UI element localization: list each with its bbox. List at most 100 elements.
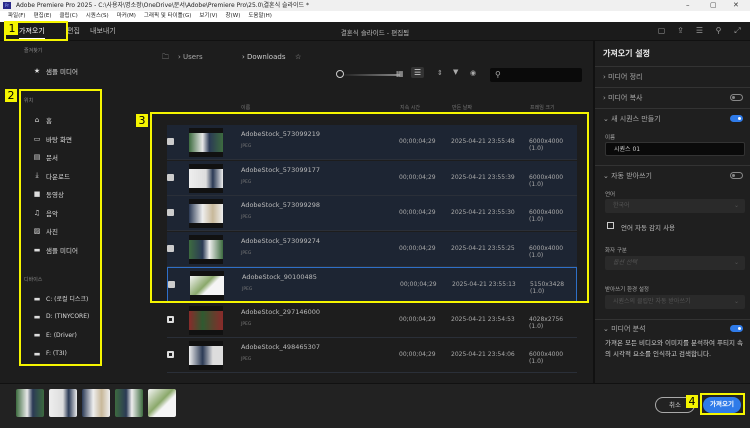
speaker-select[interactable]: 옵션 선택 ⌄	[605, 256, 745, 270]
file-type: JPEG	[241, 357, 252, 362]
favorites-header[interactable]: 즐겨찾기	[24, 47, 42, 54]
thumbnail-size-slider[interactable]	[340, 74, 400, 76]
thumbnail-image	[189, 346, 223, 365]
tray-thumbnail[interactable]	[148, 389, 176, 417]
autodetect-label: 언어 자동 감지 사용	[621, 224, 676, 232]
breadcrumb-users[interactable]: › Users	[178, 53, 203, 61]
file-checkbox[interactable]	[167, 351, 174, 358]
premiere-logo-icon: Pr	[3, 2, 11, 9]
slider-handle[interactable]	[336, 70, 344, 78]
annotation-label-4: 4	[686, 395, 698, 408]
list-view-icon[interactable]: ☰	[411, 67, 425, 78]
captions-toggle[interactable]	[730, 172, 743, 179]
menu-item[interactable]: 시퀀스(S)	[86, 11, 109, 22]
autodetect-checkbox[interactable]	[607, 222, 614, 229]
file-checkbox[interactable]	[167, 315, 174, 323]
section-label: 자동 받아쓰기	[611, 172, 652, 180]
minimize-icon[interactable]: –	[686, 0, 690, 11]
view-icon[interactable]: ◉	[470, 69, 476, 77]
menu-item[interactable]: 그래픽 및 타이틀(G)	[144, 11, 191, 22]
file-row[interactable]: AdobeStock_498465307 JPEG 00;00;04;29 2025-…	[167, 338, 577, 373]
select-value: 시퀀스의 클립만 자동 받아쓰기	[613, 298, 691, 305]
menu-item[interactable]: 보기(V)	[199, 11, 217, 22]
workspace-icon[interactable]: ☰	[695, 26, 704, 35]
close-icon[interactable]: ✕	[733, 0, 739, 11]
sidebar-item-label: 샘플 미디어	[46, 68, 78, 76]
select-value: 옵션 선택	[613, 259, 637, 266]
panel-icon[interactable]: ▢	[657, 26, 666, 35]
breadcrumb-label: Users	[183, 53, 203, 61]
captions-section[interactable]: ⌄ 자동 받아쓰기	[603, 171, 652, 181]
restore-icon[interactable]: ▢	[710, 0, 717, 11]
column-frame-size[interactable]: 프레임 크기	[530, 104, 555, 111]
sidebar-item-sample-media[interactable]: ★ 샘플 미디어	[33, 66, 78, 76]
copy-media-toggle[interactable]	[730, 94, 743, 101]
file-thumbnail	[189, 305, 223, 335]
search-input[interactable]: ⚲	[490, 68, 582, 82]
file-name: AdobeStock_498465307	[241, 343, 321, 351]
section-label: 미디어 정리	[608, 73, 643, 81]
breadcrumb-downloads[interactable]: › Downloads	[242, 53, 285, 61]
tray-thumbnail[interactable]	[82, 389, 110, 417]
file-frame-size: 4028x2756 (1.0)	[529, 315, 564, 330]
column-created[interactable]: 만든 날짜	[452, 104, 472, 111]
window-title: Adobe Premiere Pro 2025 - C:\사용자\명소정\One…	[16, 2, 309, 9]
menu-item[interactable]: 도움말(H)	[248, 11, 272, 22]
section-label: 미디어 분석	[611, 325, 646, 333]
folder-icon[interactable]: 🗀	[162, 53, 169, 64]
annotation-label-2: 2	[5, 89, 17, 102]
media-analysis-description: 가져온 모든 비디오와 이미지를 분석하여 푸티지 속의 시각적 요소를 인식하…	[605, 339, 743, 358]
file-duration: 00;00;04;29	[399, 315, 436, 323]
sequence-name-input[interactable]: 시퀀스 01	[605, 142, 745, 156]
annotation-box-4	[700, 393, 745, 415]
file-duration: 00;00;04;29	[399, 351, 436, 358]
settings-title: 가져오기 설정	[603, 49, 650, 58]
sequence-name-label: 이름	[605, 135, 616, 141]
import-settings-panel: 가져오기 설정 › 미디어 정리 › 미디어 복사 ⌄ 새 시퀀스 만들기 이름…	[593, 41, 750, 383]
chevron-down-icon: ⌄	[733, 298, 739, 305]
copy-media-section[interactable]: › 미디어 복사	[603, 93, 642, 103]
organize-media-section[interactable]: › 미디어 정리	[603, 72, 642, 82]
annotation-box-2	[19, 89, 102, 366]
star-icon: ★	[33, 67, 41, 75]
search-icon: ⚲	[495, 70, 501, 79]
media-analysis-section[interactable]: ⌄ 미디어 분석	[603, 324, 646, 334]
caption-pref-label: 받아쓰기 환경 설정	[605, 287, 649, 293]
caption-pref-select[interactable]: 시퀀스의 클립만 자동 받아쓰기 ⌄	[605, 295, 745, 309]
title-bar: Pr Adobe Premiere Pro 2025 - C:\사용자\명소정\…	[0, 0, 750, 11]
tray-thumbnail[interactable]	[49, 389, 77, 417]
breadcrumb-label: Downloads	[247, 53, 286, 61]
tray-thumbnail[interactable]	[115, 389, 143, 417]
search-help-icon[interactable]: ⚲	[714, 26, 723, 35]
language-label: 언어	[605, 192, 616, 198]
file-created: 2025-04-21 23:54:06	[451, 351, 515, 358]
new-sequence-toggle[interactable]	[730, 115, 743, 122]
fullscreen-icon[interactable]: ⤢	[733, 26, 742, 35]
media-analysis-toggle[interactable]	[730, 325, 743, 332]
sort-icon[interactable]: ⇕	[437, 69, 443, 77]
file-row[interactable]: AdobeStock_297146000 JPEG 00;00;04;29 2025-…	[167, 303, 577, 338]
menu-item[interactable]: 마커(M)	[117, 11, 136, 22]
section-label: 새 시퀀스 만들기	[611, 115, 661, 123]
grid-view-icon[interactable]: ▦	[396, 69, 404, 78]
select-value: 한국어	[613, 202, 630, 209]
document-title: 결혼식 슬라이드 - 편집됨	[340, 29, 410, 37]
star-favorite-icon[interactable]: ☆	[295, 53, 301, 61]
selected-media-tray: 취소 가져오기	[0, 383, 750, 428]
file-created: 2025-04-21 23:54:53	[451, 315, 515, 323]
thumbnail-image	[189, 310, 223, 330]
menu-bar: 파일(F) 편집(E) 클립(C) 시퀀스(S) 마커(M) 그래픽 및 타이틀(G) 보기…	[0, 11, 750, 22]
language-select[interactable]: 한국어 ⌄	[605, 199, 745, 213]
app-header: 가져오기 편집 내보내기 결혼식 슬라이드 - 편집됨 ▢ ⇪ ☰ ⚲ ⤢	[0, 22, 750, 41]
chevron-down-icon: ⌄	[733, 259, 739, 266]
column-duration[interactable]: 지속 시간	[400, 104, 420, 111]
new-sequence-section[interactable]: ⌄ 새 시퀀스 만들기	[603, 114, 661, 124]
share-icon[interactable]: ⇪	[676, 26, 685, 35]
column-name[interactable]: 이름	[241, 104, 250, 111]
tray-thumbnail[interactable]	[16, 389, 44, 417]
file-frame-size: 6000x4000 (1.0)	[529, 351, 564, 365]
annotation-label-1: 1	[6, 22, 18, 35]
filter-icon[interactable]: ▼	[453, 68, 458, 76]
menu-item[interactable]: 창(W)	[226, 11, 241, 22]
chevron-down-icon: ⌄	[733, 202, 739, 209]
